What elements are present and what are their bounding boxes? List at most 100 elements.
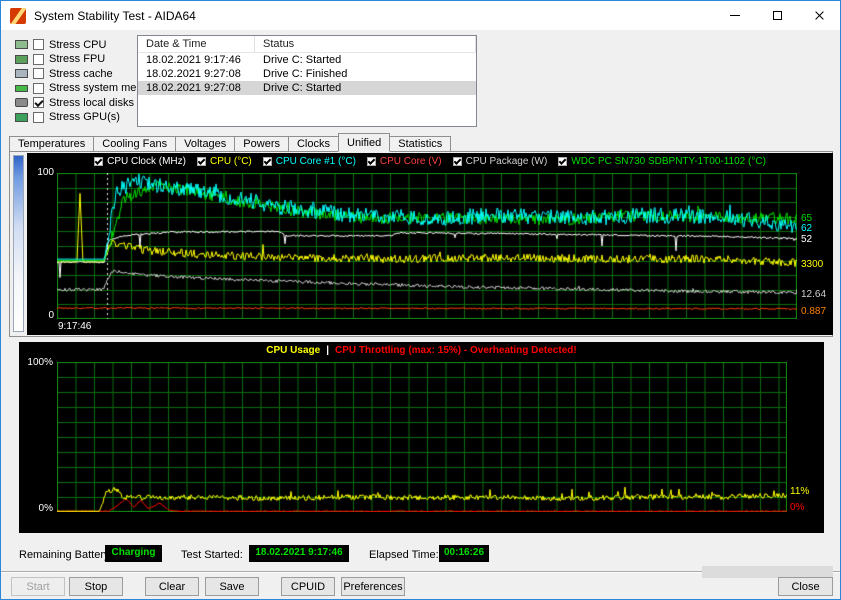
legend-label: CPU Clock (MHz) xyxy=(107,156,186,167)
close-icon xyxy=(814,10,825,21)
cell-status: Drive C: Finished xyxy=(255,68,476,80)
memory-icon xyxy=(15,85,28,92)
cache-icon xyxy=(15,69,28,78)
aida64-logo-icon xyxy=(10,8,26,24)
value-label-cpu-clock: 3300 xyxy=(801,259,823,270)
elapsed-time-value: 00:16:26 xyxy=(439,545,489,562)
legend-checkbox-disk-temp[interactable] xyxy=(558,157,567,166)
stop-button[interactable]: Stop xyxy=(69,577,123,596)
stress-cpu-label: Stress CPU xyxy=(49,39,106,51)
minimize-icon xyxy=(730,15,740,16)
stress-log-table: Date & Time Status 18.02.2021 9:17:46 Dr… xyxy=(137,35,477,127)
throttling-alert-text: CPU Throttling (max: 15%) - Overheating … xyxy=(335,345,577,356)
tab-clocks[interactable]: Clocks xyxy=(288,136,339,152)
cpu-icon xyxy=(15,40,28,49)
value-label-package-power: 12.64 xyxy=(801,289,826,300)
tab-statistics[interactable]: Statistics xyxy=(389,136,451,152)
stress-disks-label: Stress local disks xyxy=(49,97,134,109)
maximize-button[interactable] xyxy=(756,1,798,30)
value-label-cpu-usage: 11% xyxy=(790,486,809,497)
minimize-button[interactable] xyxy=(714,1,756,30)
test-started-value: 18.02.2021 9:17:46 xyxy=(249,545,349,562)
cpu-usage-graph-title: CPU Usage | CPU Throttling (max: 15%) - … xyxy=(19,345,824,356)
value-label-core1-temp: 62 xyxy=(801,223,812,234)
stress-gpu-checkbox[interactable] xyxy=(33,112,44,123)
tab-cooling-fans[interactable]: Cooling Fans xyxy=(93,136,176,152)
unified-y-max-label: 100 xyxy=(29,167,54,178)
clear-button[interactable]: Clear xyxy=(145,577,199,596)
legend-label: CPU Package (W) xyxy=(466,156,548,167)
legend-item-cpu-clock: CPU Clock (MHz) xyxy=(94,156,186,167)
stress-cache-checkbox[interactable] xyxy=(33,68,44,79)
titlebar: System Stability Test - AIDA64 xyxy=(1,1,840,30)
legend-checkbox-cpu-core-voltage[interactable] xyxy=(367,157,376,166)
cell-datetime: 18.02.2021 9:27:08 xyxy=(138,82,255,94)
legend-label: CPU Core #1 (°C) xyxy=(276,156,356,167)
close-dialog-button[interactable]: Close xyxy=(778,577,833,596)
legend-checkbox-cpu-core1-temp[interactable] xyxy=(263,157,272,166)
preferences-button[interactable]: Preferences xyxy=(341,577,405,596)
value-label-core-voltage: 0.887 xyxy=(801,306,826,317)
window-title: System Stability Test - AIDA64 xyxy=(34,9,196,23)
log-table-header: Date & Time Status xyxy=(138,36,476,53)
start-button[interactable]: Start xyxy=(11,577,65,596)
unified-x-tick-label: 9:17:46 xyxy=(58,321,91,332)
legend-item-cpu-core1-temp: CPU Core #1 (°C) xyxy=(263,156,356,167)
graph-scale-slider[interactable] xyxy=(13,155,24,332)
table-row[interactable]: 18.02.2021 9:27:08 Drive C: Finished xyxy=(138,67,476,81)
value-label-cpu-temp: 52 xyxy=(801,234,812,245)
legend-checkbox-cpu-package-power[interactable] xyxy=(453,157,462,166)
stress-cache-label: Stress cache xyxy=(49,68,113,80)
legend-label: CPU Core (V) xyxy=(380,156,442,167)
legend-item-disk-temp: WDC PC SN730 SDBPNTY-1T00-1102 (°C) xyxy=(558,156,766,167)
column-header-status[interactable]: Status xyxy=(255,36,476,52)
battery-value: Charging xyxy=(105,545,162,562)
value-label-throttling: 0% xyxy=(790,502,804,513)
maximize-icon xyxy=(773,11,782,20)
usage-graph-canvas xyxy=(57,362,787,512)
fpu-icon xyxy=(15,55,28,64)
graph-tabs: Temperatures Cooling Fans Voltages Power… xyxy=(9,133,450,152)
table-row[interactable]: 18.02.2021 9:17:46 Drive C: Started xyxy=(138,53,476,67)
disk-icon xyxy=(15,98,28,107)
tab-unified[interactable]: Unified xyxy=(338,133,390,152)
save-button[interactable]: Save xyxy=(205,577,259,596)
cell-status: Drive C: Started xyxy=(255,82,476,94)
tab-powers[interactable]: Powers xyxy=(234,136,289,152)
cell-status: Drive C: Started xyxy=(255,54,476,66)
app-window: System Stability Test - AIDA64 Stress CP… xyxy=(0,0,841,600)
tab-temperatures[interactable]: Temperatures xyxy=(9,136,94,152)
stress-memory-checkbox[interactable] xyxy=(33,83,44,94)
legend-label: WDC PC SN730 SDBPNTY-1T00-1102 (°C) xyxy=(571,156,766,167)
tab-voltages[interactable]: Voltages xyxy=(175,136,235,152)
stress-cpu-checkbox[interactable] xyxy=(33,39,44,50)
usage-y-max-label: 100% xyxy=(21,357,53,368)
stress-fpu-checkbox[interactable] xyxy=(33,54,44,65)
legend-item-cpu-core-voltage: CPU Core (V) xyxy=(367,156,442,167)
unified-graph-legend: CPU Clock (MHz) CPU (°C) CPU Core #1 (°C… xyxy=(27,156,833,167)
test-started-label: Test Started: xyxy=(181,549,243,561)
stress-fpu-label: Stress FPU xyxy=(49,53,105,65)
unified-graph-canvas xyxy=(57,173,797,319)
title-separator: | xyxy=(326,345,329,356)
legend-label: CPU (°C) xyxy=(210,156,252,167)
cell-datetime: 18.02.2021 9:17:46 xyxy=(138,54,255,66)
close-button[interactable] xyxy=(798,1,840,30)
stress-gpu-label: Stress GPU(s) xyxy=(49,111,120,123)
usage-y-min-label: 0% xyxy=(21,503,53,514)
unified-y-min-label: 0 xyxy=(29,310,54,321)
battery-label: Remaining Battery: xyxy=(19,549,113,561)
legend-item-cpu-package-power: CPU Package (W) xyxy=(453,156,548,167)
elapsed-time-label: Elapsed Time: xyxy=(369,549,439,561)
stress-disks-checkbox[interactable] xyxy=(33,97,44,108)
legend-item-cpu-temp: CPU (°C) xyxy=(197,156,252,167)
column-header-datetime[interactable]: Date & Time xyxy=(138,36,255,52)
cell-datetime: 18.02.2021 9:27:08 xyxy=(138,68,255,80)
table-row[interactable]: 18.02.2021 9:27:08 Drive C: Started xyxy=(138,81,476,95)
titlebar-buttons xyxy=(714,1,840,30)
cpuid-button[interactable]: CPUID xyxy=(281,577,335,596)
cpu-usage-title: CPU Usage xyxy=(266,345,320,356)
legend-checkbox-cpu-clock[interactable] xyxy=(94,157,103,166)
legend-checkbox-cpu-temp[interactable] xyxy=(197,157,206,166)
gpu-icon xyxy=(15,113,28,122)
